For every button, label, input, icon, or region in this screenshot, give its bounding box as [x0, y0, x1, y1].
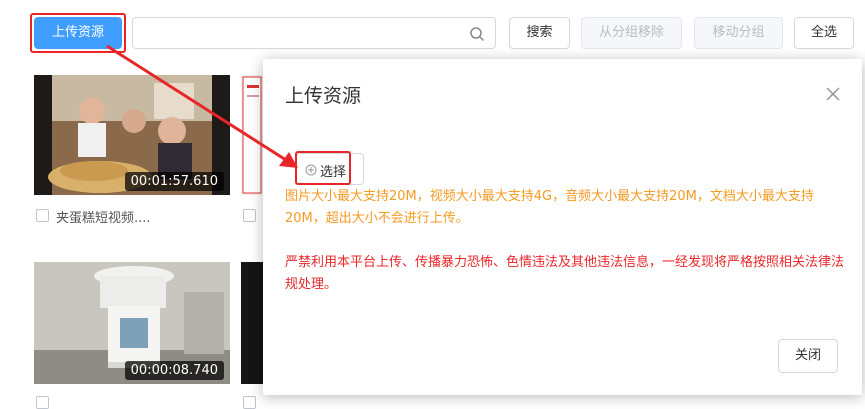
- upload-size-tip: 图片大小最大支持20M，视频大小最大支持4G，音频大小最大支持20M，文档大小最…: [285, 189, 814, 226]
- image-thumbnail-image: [242, 76, 262, 194]
- remove-from-group-button[interactable]: 从分组移除: [581, 17, 682, 49]
- search-input[interactable]: [141, 23, 465, 45]
- select-all-button[interactable]: 全选: [794, 17, 854, 49]
- video-thumbnail[interactable]: 00:00:08.740: [34, 262, 230, 384]
- item-checkbox[interactable]: [36, 396, 49, 409]
- search-field[interactable]: [132, 17, 496, 49]
- item-checkbox[interactable]: [243, 209, 256, 222]
- video-thumbnail[interactable]: 00:01:57.610: [34, 75, 230, 195]
- video-duration: 00:01:57.610: [124, 172, 224, 191]
- item-checkbox[interactable]: [243, 396, 256, 409]
- annotation-highlight-choose: [295, 151, 351, 185]
- close-icon[interactable]: [826, 87, 840, 101]
- search-icon[interactable]: [469, 26, 485, 42]
- item-title: 夹蛋糕短视频....: [56, 211, 151, 226]
- dialog-title: 上传资源: [285, 85, 362, 107]
- search-button[interactable]: 搜索: [509, 17, 570, 49]
- legal-warning-tip: 严禁利用本平台上传、传播暴力恐怖、色情违法及其他违法信息，一经发现将严格按照相关…: [285, 255, 845, 292]
- video-duration: 00:00:08.740: [124, 361, 224, 380]
- upload-dialog: 上传资源 选择 图片大小最大支持20M，视频大小最大支持4G，音频大小最大支持2…: [263, 59, 862, 395]
- image-thumbnail[interactable]: [241, 75, 263, 195]
- video-thumbnail[interactable]: [241, 262, 263, 384]
- annotation-highlight-upload: [30, 13, 126, 53]
- close-button[interactable]: 关闭: [778, 339, 838, 373]
- move-group-button[interactable]: 移动分组: [694, 17, 783, 49]
- item-checkbox[interactable]: [36, 209, 49, 222]
